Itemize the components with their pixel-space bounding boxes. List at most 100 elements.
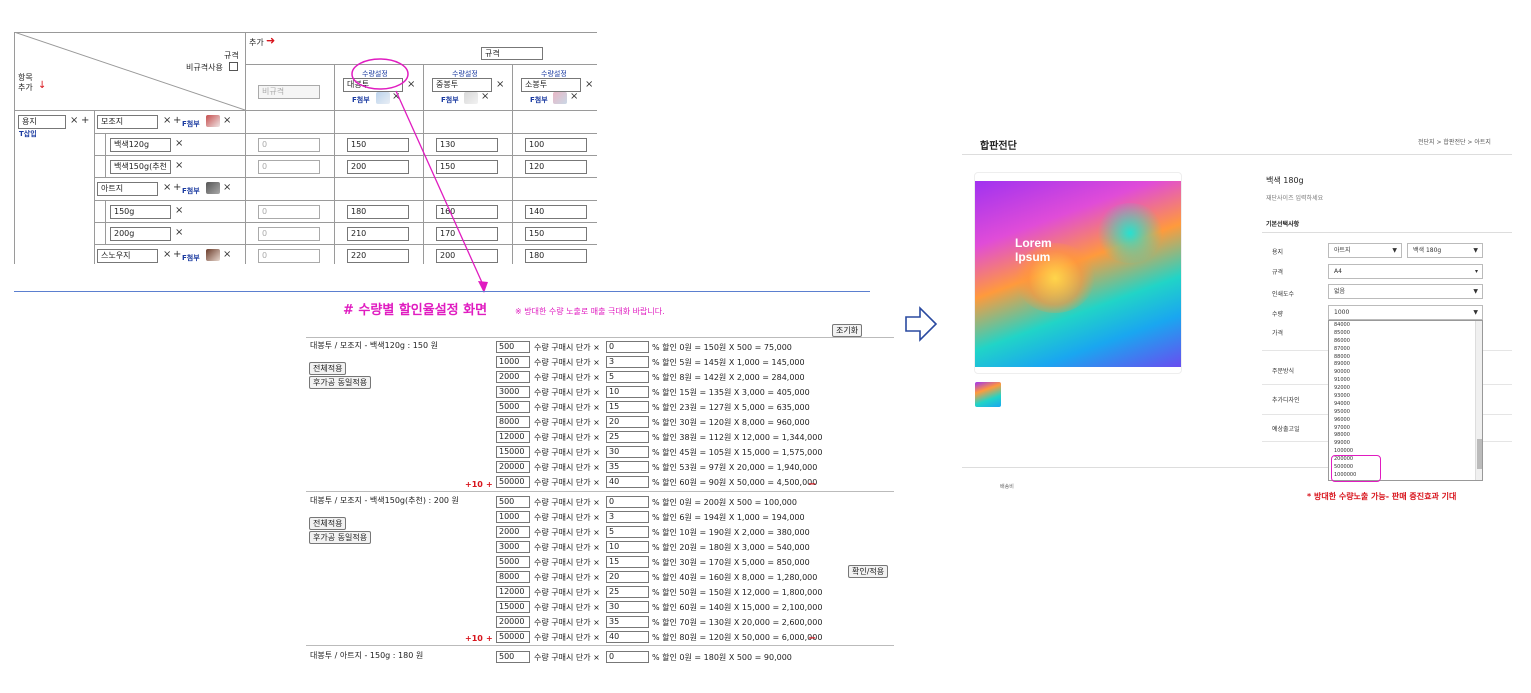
section2-plus10[interactable]: +10 bbox=[465, 634, 483, 643]
qty-input[interactable]: 50000 bbox=[496, 631, 530, 643]
group3-attach-delete-icon[interactable]: × bbox=[223, 250, 231, 260]
discount-percent-input[interactable]: 35 bbox=[606, 461, 649, 473]
paper-add-icon[interactable]: + bbox=[81, 116, 89, 126]
group1-name-input[interactable]: 모조지 bbox=[97, 115, 158, 129]
qty-input[interactable]: 8000 bbox=[496, 571, 530, 583]
paper-weight-select[interactable]: 백색 180g ▼ bbox=[1407, 243, 1483, 258]
discount-percent-input[interactable]: 25 bbox=[606, 431, 649, 443]
row-art150g-col3-price[interactable]: 140 bbox=[525, 205, 587, 219]
qty-option[interactable]: 91000 bbox=[1334, 377, 1356, 385]
nonspec-input[interactable]: 비규격 bbox=[258, 85, 320, 99]
discount-percent-input[interactable]: 5 bbox=[606, 371, 649, 383]
row-120g-delete-icon[interactable]: × bbox=[175, 139, 183, 149]
dropdown-scrollbar[interactable] bbox=[1475, 321, 1482, 480]
confirm-apply-button[interactable]: 확인/적용 bbox=[848, 565, 889, 578]
qty-select[interactable]: 1000 ▼ bbox=[1328, 305, 1483, 320]
row-120g-input[interactable]: 백색120g bbox=[110, 138, 171, 152]
col1-attach-link[interactable]: F첨부 bbox=[352, 95, 370, 105]
qty-input[interactable]: 15000 bbox=[496, 601, 530, 613]
paper-select[interactable]: 아트지 ▼ bbox=[1328, 243, 1402, 258]
group1-add-icon[interactable]: + bbox=[173, 116, 181, 126]
discount-percent-input[interactable]: 3 bbox=[606, 356, 649, 368]
section2-apply-post-button[interactable]: 후가공 동일적용 bbox=[309, 531, 372, 544]
discount-percent-input[interactable]: 10 bbox=[606, 541, 649, 553]
group1-attach-delete-icon[interactable]: × bbox=[223, 116, 231, 126]
add-row-arrow-icon[interactable]: ↓ bbox=[38, 81, 46, 91]
qty-option[interactable]: 92000 bbox=[1334, 385, 1356, 393]
group3-name-input[interactable]: 스노우지 bbox=[97, 249, 158, 263]
qty-input[interactable]: 50000 bbox=[496, 476, 530, 488]
discount-percent-input[interactable]: 0 bbox=[606, 496, 649, 508]
qty-option[interactable]: 88000 bbox=[1334, 354, 1356, 362]
group2-attach-delete-icon[interactable]: × bbox=[223, 183, 231, 193]
discount-percent-input[interactable]: 30 bbox=[606, 446, 649, 458]
qty-input[interactable]: 5000 bbox=[496, 401, 530, 413]
qty-input[interactable]: 12000 bbox=[496, 431, 530, 443]
section1-plus-icon[interactable]: + bbox=[486, 480, 493, 489]
qty-input[interactable]: 8000 bbox=[496, 416, 530, 428]
col3-attach-link[interactable]: F첨부 bbox=[530, 95, 548, 105]
row-120g-nonspec-price[interactable]: 0 bbox=[258, 138, 320, 152]
discount-percent-input[interactable]: 40 bbox=[606, 631, 649, 643]
section1-minus-icon[interactable]: − bbox=[808, 479, 816, 490]
col3-attach-delete-icon[interactable]: × bbox=[570, 92, 578, 102]
group1-attach-link[interactable]: F첨부 bbox=[182, 119, 200, 129]
row-snow-col3-price[interactable]: 180 bbox=[525, 249, 587, 263]
row-art150g-delete-icon[interactable]: × bbox=[175, 206, 183, 216]
discount-percent-input[interactable]: 10 bbox=[606, 386, 649, 398]
paper-insert-link[interactable]: T삽입 bbox=[19, 129, 37, 139]
add-column-arrow-icon[interactable]: ➜ bbox=[266, 34, 275, 47]
qty-option[interactable]: 96000 bbox=[1334, 417, 1356, 425]
qty-option[interactable]: 99000 bbox=[1334, 440, 1356, 448]
paper-input[interactable]: 용지 bbox=[18, 115, 66, 129]
discount-percent-input[interactable]: 0 bbox=[606, 341, 649, 353]
discount-percent-input[interactable]: 15 bbox=[606, 401, 649, 413]
qty-option[interactable]: 94000 bbox=[1334, 401, 1356, 409]
spec-select[interactable]: A4 ▾ bbox=[1328, 264, 1483, 279]
qty-option[interactable]: 97000 bbox=[1334, 425, 1356, 433]
qty-option[interactable]: 98000 bbox=[1334, 432, 1356, 440]
qty-option[interactable]: 84000 bbox=[1334, 322, 1356, 330]
qty-option[interactable]: 85000 bbox=[1334, 330, 1356, 338]
qty-input[interactable]: 5000 bbox=[496, 556, 530, 568]
group1-delete-icon[interactable]: × bbox=[163, 116, 171, 126]
group2-name-input[interactable]: 아트지 bbox=[97, 182, 158, 196]
row-art150g-nonspec-price[interactable]: 0 bbox=[258, 205, 320, 219]
section2-minus-icon[interactable]: − bbox=[808, 633, 816, 644]
reset-button[interactable]: 조기화 bbox=[832, 324, 863, 337]
qty-input[interactable]: 20000 bbox=[496, 461, 530, 473]
group2-add-icon[interactable]: + bbox=[173, 183, 181, 193]
qty-input[interactable]: 1000 bbox=[496, 356, 530, 368]
add-column-label[interactable]: 추가 bbox=[249, 37, 264, 48]
section1-apply-post-button[interactable]: 후가공 동일적용 bbox=[309, 376, 372, 389]
row-art200g-input[interactable]: 200g bbox=[110, 227, 171, 241]
color-select[interactable]: 없음 ▼ bbox=[1328, 284, 1483, 299]
qty-input[interactable]: 2000 bbox=[496, 371, 530, 383]
col3-name-input[interactable]: 소봉투 bbox=[521, 78, 581, 92]
qty-option[interactable]: 86000 bbox=[1334, 338, 1356, 346]
qty-option[interactable]: 89000 bbox=[1334, 361, 1356, 369]
row-art200g-nonspec-price[interactable]: 0 bbox=[258, 227, 320, 241]
col3-delete-icon[interactable]: × bbox=[585, 80, 593, 90]
spec-input[interactable]: 규격 bbox=[481, 47, 543, 60]
qty-input[interactable]: 500 bbox=[496, 651, 530, 663]
qty-input[interactable]: 500 bbox=[496, 496, 530, 508]
discount-percent-input[interactable]: 0 bbox=[606, 651, 649, 663]
nonspec-use-checkbox[interactable] bbox=[229, 62, 238, 71]
group3-attach-link[interactable]: F첨부 bbox=[182, 253, 200, 263]
row-art150g-input[interactable]: 150g bbox=[110, 205, 171, 219]
qty-option[interactable]: 90000 bbox=[1334, 369, 1356, 377]
row-art200g-col3-price[interactable]: 150 bbox=[525, 227, 587, 241]
discount-percent-input[interactable]: 25 bbox=[606, 586, 649, 598]
qty-input[interactable]: 1000 bbox=[496, 511, 530, 523]
qty-input[interactable]: 3000 bbox=[496, 541, 530, 553]
section2-apply-all-button[interactable]: 전체적용 bbox=[309, 517, 347, 530]
row-snow-nonspec-price[interactable]: 0 bbox=[258, 249, 320, 263]
group3-delete-icon[interactable]: × bbox=[163, 250, 171, 260]
row-150g-col3-price[interactable]: 120 bbox=[525, 160, 587, 174]
qty-input[interactable]: 20000 bbox=[496, 616, 530, 628]
breadcrumb[interactable]: 전단지 > 합판전단 > 아트지 bbox=[1418, 137, 1491, 146]
discount-percent-input[interactable]: 3 bbox=[606, 511, 649, 523]
qty-input[interactable]: 2000 bbox=[496, 526, 530, 538]
discount-percent-input[interactable]: 30 bbox=[606, 601, 649, 613]
